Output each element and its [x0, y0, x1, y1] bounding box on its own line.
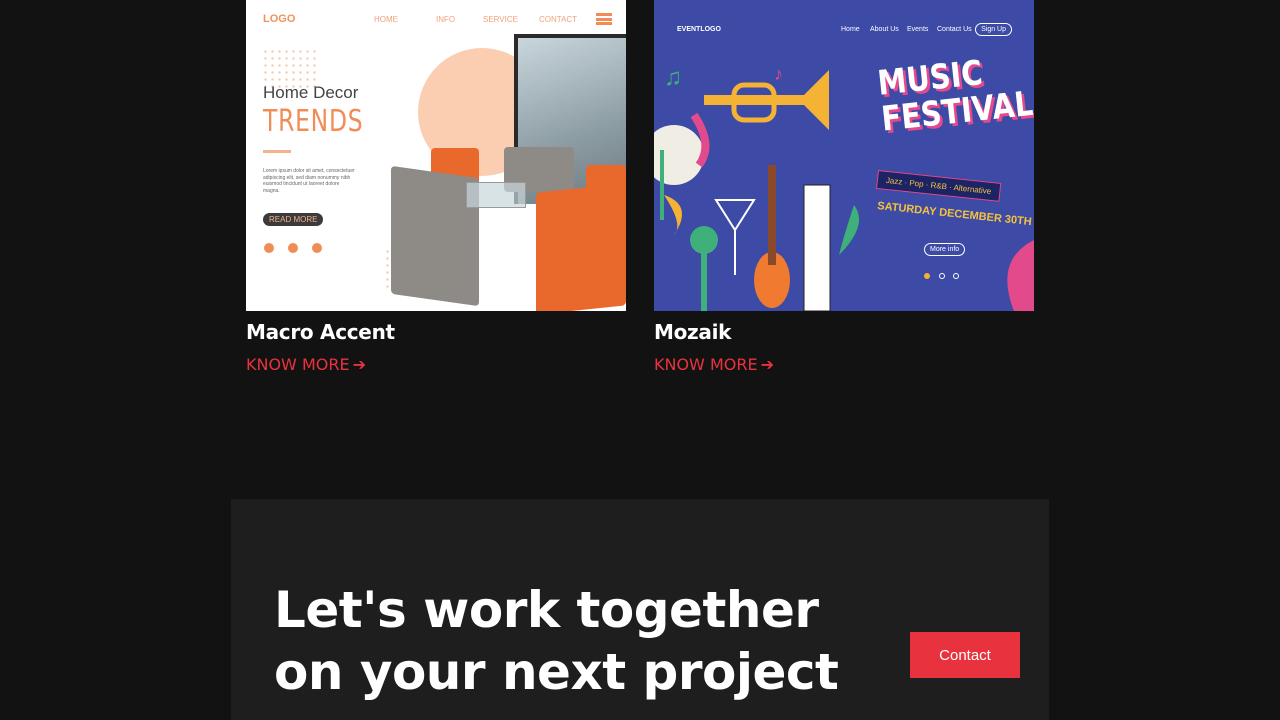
project-card-macro-accent: LOGO HOME INFO SERVICE CONTACT Home Deco… — [246, 0, 626, 374]
svg-text:♪: ♪ — [774, 64, 783, 84]
thumbnail-body-text: Lorem ipsum dolor sit amet, consectetuer… — [263, 168, 355, 194]
genres-banner: Jazz · Pop · R&B · Alternative — [876, 170, 1002, 202]
instruments-illustration: ♫ ♪ — [654, 55, 869, 311]
know-more-label: KNOW MORE — [246, 355, 350, 374]
thumbnail-logo: EVENTLOGO — [677, 26, 721, 33]
contact-button[interactable]: Contact — [910, 632, 1020, 678]
thumbnail-nav-home: Home — [841, 26, 860, 33]
know-more-link[interactable]: KNOW MORE ➔ — [246, 355, 366, 374]
facebook-icon — [264, 243, 274, 253]
carousel-dot — [939, 273, 945, 279]
thumbnail-heading: Home Decor — [263, 83, 359, 102]
project-thumbnail-music-festival[interactable]: EVENTLOGO Home About Us Events Contact U… — [654, 0, 1034, 311]
thumbnail-nav-contact: Contact Us — [937, 26, 972, 33]
carousel-dot — [924, 273, 930, 279]
table-image — [466, 182, 526, 208]
thumbnail-subheading: TRENDS — [263, 104, 364, 139]
project-thumbnail-home-decor[interactable]: LOGO HOME INFO SERVICE CONTACT Home Deco… — [246, 0, 626, 311]
thumbnail-nav: EVENTLOGO Home About Us Events Contact U… — [677, 23, 1012, 39]
music-festival-title: MUSIC FESTIVAL — [876, 50, 1034, 140]
project-title: Mozaik — [654, 320, 732, 344]
thumbnail-nav-home: HOME — [374, 15, 398, 24]
thumbnail-logo: LOGO — [263, 13, 296, 25]
thumbnail-signup-button: Sign Up — [975, 23, 1012, 36]
project-card-mozaik: EVENTLOGO Home About Us Events Contact U… — [654, 0, 1034, 374]
menu-icon — [596, 13, 612, 25]
leaf-decoration — [1007, 240, 1034, 311]
thumbnail-nav-contact: CONTACT — [539, 15, 578, 24]
thumbnail-more-info-button: More info — [924, 243, 966, 256]
cta-section: Let's work together on your next project… — [231, 499, 1049, 720]
svg-text:♫: ♫ — [664, 64, 682, 91]
thumbnail-nav-events: Events — [907, 26, 929, 33]
dot-pattern — [262, 48, 316, 88]
carousel-dot — [953, 273, 959, 279]
page: LOGO HOME INFO SERVICE CONTACT Home Deco… — [0, 0, 1280, 720]
instagram-icon — [312, 243, 322, 253]
project-title: Macro Accent — [246, 320, 395, 344]
divider — [263, 150, 291, 153]
arrow-right-icon: ➔ — [760, 355, 774, 374]
thumbnail-nav-info: INFO — [436, 15, 456, 24]
know-more-link[interactable]: KNOW MORE ➔ — [654, 355, 774, 374]
thumbnail-read-more-button: READ MORE — [263, 213, 324, 226]
know-more-label: KNOW MORE — [654, 355, 758, 374]
arrow-right-icon: ➔ — [352, 355, 366, 374]
event-date: SATURDAY DECEMBER 30TH — [876, 200, 1033, 229]
thumbnail-nav-about: About Us — [870, 26, 899, 33]
thumbnail-nav-service: SERVICE — [483, 15, 518, 24]
armchair-image — [536, 183, 626, 311]
cta-heading: Let's work together on your next project — [274, 581, 839, 701]
twitter-icon — [288, 243, 298, 253]
thumbnail-nav: LOGO HOME INFO SERVICE CONTACT — [263, 13, 612, 27]
